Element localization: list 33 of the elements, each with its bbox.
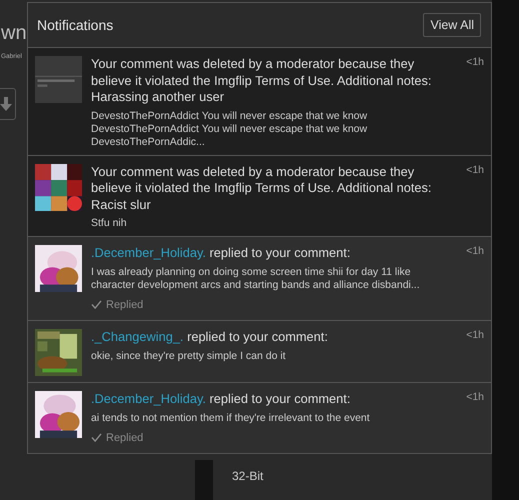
notification-item[interactable]: Your comment was deleted by a moderator because they believe it violated the Imgflip Terms of Use. Additional notes: Racist slur Stfu nih <1h [28, 156, 491, 237]
comment-text: DevestoThePornAddict You will never escape that we know DevestoThePornAddict You will never escape that we know DevestoThePornAddic... [91, 110, 368, 148]
reply-action: replied to your comment: [210, 245, 350, 260]
replied-status: Replied [91, 298, 144, 310]
moderation-message: Your comment was deleted by a moderator because they believe it violated the Imgflip Terms of Use. Additional notes: Racist slur [91, 164, 432, 213]
panel-title: Notifications [37, 17, 114, 33]
notification-item[interactable]: ._Changewing_. replied to your comment: okie, since they're pretty simple I can do it <1h [28, 321, 491, 383]
timestamp: <1h [466, 245, 484, 257]
spec-label: 32-Bit [232, 469, 264, 483]
notification-item[interactable] [28, 48, 491, 156]
notification-item[interactable]: .December_Holiday. replied to your comment: I was already planning on doing some screen time shii for day 11 like character development arcs and starting bands and alliance disbandi... Replied <1h [28, 237, 491, 321]
moderation-message: Your comment was deleted by a moderator because they believe it violated the Imgflip Terms of Use. Additional notes: Harassing another user [91, 56, 432, 106]
reply-action: replied to your comment: [210, 391, 350, 406]
replied-status: Replied [91, 432, 144, 444]
notification-item[interactable]: .December_Holiday. replied to your comment: ai tends to not mention them if they're irrelevant to the event Replied <1h [28, 383, 491, 453]
timestamp: <1h [466, 164, 484, 176]
checkmark-icon [91, 300, 102, 309]
comment-text: Stfu nih [91, 217, 128, 230]
arrow-down-icon [0, 97, 12, 111]
timestamp: <1h [466, 329, 484, 341]
username-link[interactable]: .December_Holiday. [91, 391, 206, 406]
downvote-button[interactable] [0, 88, 16, 120]
timestamp: <1h [466, 56, 484, 68]
comment-text: ai tends to not mention them if they're irrelevant to the event [91, 412, 371, 424]
page-heading: wn [1, 22, 27, 45]
view-all-button[interactable]: View All [423, 13, 481, 37]
checkmark-icon [91, 433, 102, 442]
username-link[interactable]: .December_Holiday. [91, 245, 206, 260]
username-link[interactable]: ._Changewing_. [91, 329, 184, 344]
timestamp: <1h [466, 391, 484, 403]
reply-action: replied to your comment: [187, 329, 328, 344]
comment-text: okie, since they're pretty simple I can do it [91, 350, 287, 362]
comment-text: I was already planning on doing some screen time shii for day 11 like character development arcs and starting bands and alliance disbandi... [91, 266, 421, 292]
